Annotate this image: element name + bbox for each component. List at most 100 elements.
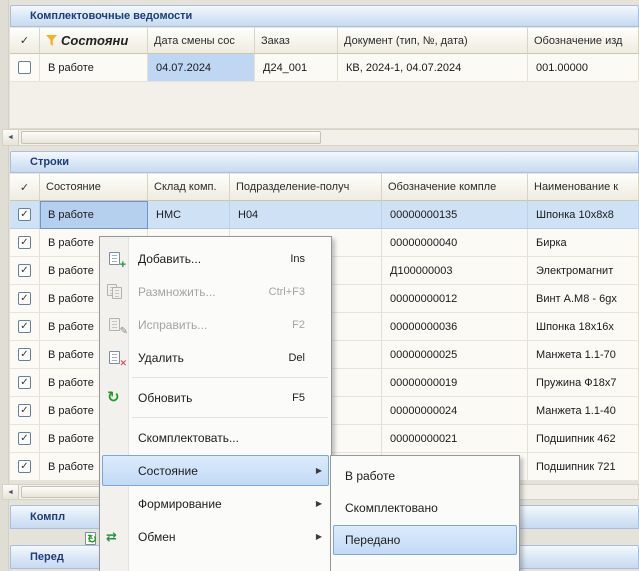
cell-designation[interactable]: Д100000003 <box>382 257 528 285</box>
panel-header-vedomosti[interactable]: Комплектовочные ведомости <box>10 5 639 27</box>
submenu-item-transferred[interactable]: Передано <box>331 524 519 556</box>
menu-item-label: Обмен <box>138 530 176 544</box>
menu-item-shortcut: Ctrl+F3 <box>269 286 305 298</box>
state-submenu: В работе Скомплектовано Передано <box>330 455 520 571</box>
cell-designation[interactable]: 00000000135 <box>382 201 528 229</box>
panel-title-peredano: Перед <box>30 551 64 563</box>
cell-name[interactable]: Бирка <box>528 229 639 257</box>
submenu-item-in-progress[interactable]: В работе <box>331 460 519 492</box>
vedomosti-row[interactable]: В работе 04.07.2024 Д24_001 КВ, 2024-1, … <box>10 54 639 82</box>
scroll-left-button[interactable]: ◄ <box>3 130 19 145</box>
row-checkbox[interactable]: ✓ <box>18 348 31 361</box>
menu-item-delete[interactable]: ✕ Удалить Del <box>100 341 331 374</box>
menu-item-label: Формирование <box>138 497 222 511</box>
cell-name[interactable]: Шпонка 10x8x8 <box>528 201 639 229</box>
cell-status[interactable]: В работе <box>40 201 148 229</box>
column-header-status[interactable]: Состояни <box>40 27 148 54</box>
menu-item-forming[interactable]: Формирование ▶ <box>100 487 331 520</box>
menu-item-state[interactable]: Состояние ▶ <box>100 454 331 487</box>
row-checkbox[interactable]: ✓ <box>18 320 31 333</box>
cell-department[interactable]: Н04 <box>230 201 382 229</box>
column-header-warehouse[interactable]: Склад комп. <box>148 173 230 201</box>
duplicate-icon <box>106 284 124 300</box>
cell-designation[interactable]: 00000000021 <box>382 425 528 453</box>
scroll-thumb[interactable] <box>21 131 321 144</box>
cell-designation[interactable]: 00000000024 <box>382 397 528 425</box>
menu-item-label: Добавить... <box>138 252 201 266</box>
cell-order[interactable]: Д24_001 <box>255 54 338 82</box>
column-header-select-all[interactable]: ✓ <box>10 173 40 201</box>
column-header-order[interactable]: Заказ <box>255 27 338 54</box>
row-checkbox[interactable]: ✓ <box>18 208 31 221</box>
cell-checkbox: ✓ <box>10 369 40 397</box>
panel-title-vedomosti: Комплектовочные ведомости <box>30 10 192 22</box>
panel-title-komplekt: Компл <box>30 511 65 523</box>
menu-item-duplicate: Размножить... Ctrl+F3 <box>100 275 331 308</box>
check-icon: ✓ <box>20 34 29 47</box>
vedomosti-header-row: ✓ Состояни Дата смены сос Заказ Документ… <box>10 27 639 54</box>
row-checkbox[interactable]: ✓ <box>18 404 31 417</box>
cell-name[interactable]: Шпонка 18x16x <box>528 313 639 341</box>
column-header-designation[interactable]: Обозначение компле <box>382 173 528 201</box>
submenu-item-completed[interactable]: Скомплектовано <box>331 492 519 524</box>
cell-name[interactable]: Подшипник 462 <box>528 425 639 453</box>
menu-item-label: Удалить <box>138 351 184 365</box>
cell-name[interactable]: Винт А.М8 - 6gх <box>528 285 639 313</box>
menu-item-edit: ✎ Исправить... F2 <box>100 308 331 341</box>
cell-designation[interactable]: 00000000012 <box>382 285 528 313</box>
cell-checkbox: ✓ <box>10 229 40 257</box>
cell-document[interactable]: КВ, 2024-1, 04.07.2024 <box>338 54 528 82</box>
row-checkbox[interactable] <box>18 61 31 74</box>
cell-checkbox: ✓ <box>10 257 40 285</box>
menu-item-label: Передано <box>345 533 400 547</box>
cell-name[interactable]: Манжета 1.1-70 <box>528 341 639 369</box>
cell-name[interactable]: Электромагнит <box>528 257 639 285</box>
filter-icon <box>46 35 57 46</box>
cell-name[interactable]: Пружина Ф18х7 <box>528 369 639 397</box>
row-checkbox[interactable]: ✓ <box>18 292 31 305</box>
refresh-doc-icon[interactable]: ↻ <box>82 531 100 547</box>
row-checkbox[interactable]: ✓ <box>18 460 31 473</box>
cell-date[interactable]: 04.07.2024 <box>148 54 255 82</box>
menu-item-complete[interactable]: Скомплектовать... <box>100 421 331 454</box>
menu-item-shortcut: Del <box>288 352 305 364</box>
row-checkbox[interactable]: ✓ <box>18 236 31 249</box>
cell-designation[interactable]: 00000000025 <box>382 341 528 369</box>
panel-header-stroki[interactable]: Строки <box>10 151 639 173</box>
cell-warehouse[interactable]: НМС <box>148 201 230 229</box>
column-header-date[interactable]: Дата смены сос <box>148 27 255 54</box>
submenu-arrow-icon: ▶ <box>316 466 322 475</box>
column-header-department[interactable]: Подразделение-получ <box>230 173 382 201</box>
cell-name[interactable]: Подшипник 721 <box>528 453 639 481</box>
column-header-status[interactable]: Состояние <box>40 173 148 201</box>
menu-item-add[interactable]: + Добавить... Ins <box>100 242 331 275</box>
column-header-document[interactable]: Документ (тип, №, дата) <box>338 27 528 54</box>
stroki-row[interactable]: ✓ В работе НМС Н04 00000000135 Шпонка 10… <box>10 201 639 229</box>
cell-designation[interactable]: 00000000040 <box>382 229 528 257</box>
menu-item-label: Состояние <box>138 464 198 478</box>
column-header-name[interactable]: Наименование к <box>528 173 639 201</box>
row-checkbox[interactable]: ✓ <box>18 376 31 389</box>
cell-designation[interactable]: 00000000019 <box>382 369 528 397</box>
cell-name[interactable]: Манжета 1.1-40 <box>528 397 639 425</box>
menu-item-exchange[interactable]: ⇄ Обмен ▶ <box>100 520 331 553</box>
delete-icon: ✕ <box>106 350 124 366</box>
column-header-designation[interactable]: Обозначение изд <box>528 27 639 54</box>
row-checkbox[interactable]: ✓ <box>18 432 31 445</box>
menu-separator <box>100 374 331 381</box>
cell-checkbox: ✓ <box>10 425 40 453</box>
cell-designation[interactable]: 00000000036 <box>382 313 528 341</box>
refresh-glyph: ↻ <box>87 532 97 546</box>
cell-designation[interactable]: 001.00000 <box>528 54 639 82</box>
menu-item-shortcut: F5 <box>292 392 305 404</box>
menu-item-label: Размножить... <box>138 285 216 299</box>
submenu-arrow-icon: ▶ <box>316 532 322 541</box>
row-checkbox[interactable]: ✓ <box>18 264 31 277</box>
column-header-select-all[interactable]: ✓ <box>10 27 40 54</box>
menu-item-refresh[interactable]: ↻ Обновить F5 <box>100 381 331 414</box>
cell-status[interactable]: В работе <box>40 54 148 82</box>
submenu-arrow-icon: ▶ <box>316 499 322 508</box>
menu-item-label: В работе <box>345 469 395 483</box>
cell-checkbox: ✓ <box>10 285 40 313</box>
scroll-left-button[interactable]: ◄ <box>3 485 19 499</box>
